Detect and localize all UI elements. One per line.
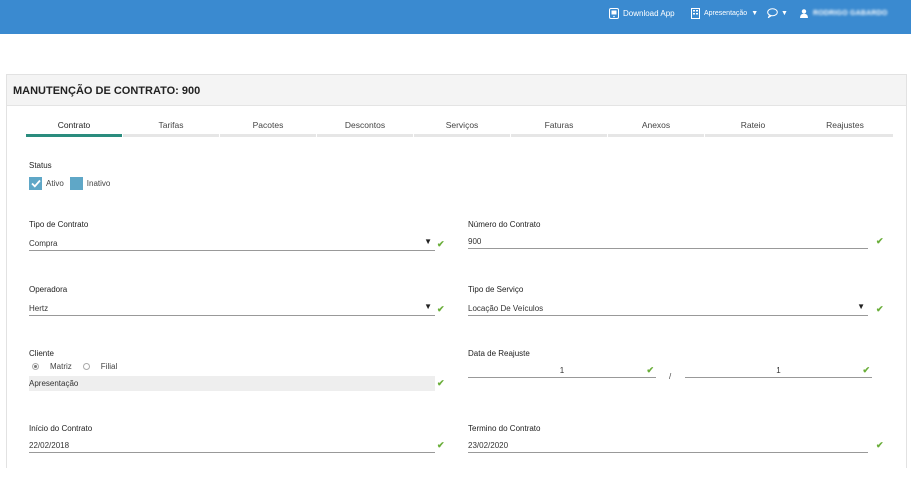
operadora-select[interactable]: Hertz ▼ bbox=[29, 302, 435, 316]
filial-radio[interactable] bbox=[82, 363, 90, 370]
building-icon bbox=[691, 7, 700, 19]
tab-servicos[interactable]: Serviços bbox=[414, 119, 510, 137]
page-title: MANUTENÇÃO DE CONTRATO: 900 bbox=[13, 85, 201, 97]
caret-down-icon: ▼ bbox=[751, 9, 759, 17]
tab-reajustes[interactable]: Reajustes bbox=[797, 119, 893, 137]
tab-contrato[interactable]: Contrato bbox=[26, 119, 122, 137]
tipo-contrato-select[interactable]: Compra ▼ bbox=[29, 237, 435, 251]
status-ativo-label: Ativo bbox=[46, 178, 64, 188]
tab-descontos[interactable]: Descontos bbox=[317, 119, 413, 137]
download-app-link[interactable]: Download App bbox=[609, 0, 675, 26]
data-reajuste-label: Data de Reajuste bbox=[468, 349, 530, 358]
user-icon bbox=[800, 8, 808, 18]
numero-contrato-input[interactable]: 900 bbox=[468, 235, 868, 249]
numero-contrato-value: 900 bbox=[468, 237, 482, 246]
tipo-servico-select[interactable]: Locação De Veículos ▼ bbox=[468, 302, 868, 316]
caret-down-icon: ▼ bbox=[781, 9, 788, 17]
tab-faturas[interactable]: Faturas bbox=[511, 119, 607, 137]
user-menu[interactable]: RODRIGO GABARDO bbox=[800, 0, 888, 26]
mobile-icon bbox=[609, 7, 619, 19]
tipo-servico-value: Locação De Veículos bbox=[468, 304, 544, 313]
caret-down-icon: ▼ bbox=[424, 237, 432, 246]
reajuste-month-input[interactable]: 1 ✔ bbox=[685, 364, 872, 378]
tipo-servico-label: Tipo de Serviço bbox=[468, 285, 524, 294]
tab-anexos[interactable]: Anexos bbox=[608, 119, 704, 137]
panel-header: MANUTENÇÃO DE CONTRATO: 900 bbox=[7, 75, 906, 106]
tab-pacotes[interactable]: Pacotes bbox=[220, 119, 316, 137]
checkmark-icon bbox=[30, 179, 41, 188]
operadora-label: Operadora bbox=[29, 285, 68, 294]
status-inativo-label: Inativo bbox=[86, 178, 111, 188]
inicio-contrato-input[interactable]: 22/02/2018 bbox=[29, 439, 435, 453]
user-name: RODRIGO GABARDO bbox=[813, 9, 888, 17]
cliente-value: Apresentação bbox=[29, 379, 79, 388]
status-inativo-checkbox[interactable] bbox=[69, 176, 83, 190]
operadora-value: Hertz bbox=[29, 304, 49, 313]
status-options: Ativo Inativo bbox=[29, 175, 116, 191]
matriz-radio[interactable] bbox=[32, 363, 39, 370]
valid-check-icon: ✔ bbox=[437, 239, 445, 249]
workspace-label: Apresentação bbox=[704, 9, 748, 17]
cliente-radio-group: Matriz Filial bbox=[29, 362, 125, 371]
inicio-contrato-value: 22/02/2018 bbox=[29, 441, 70, 450]
caret-down-icon: ▼ bbox=[424, 302, 432, 311]
tab-tarifas[interactable]: Tarifas bbox=[123, 119, 219, 137]
valid-check-icon: ✔ bbox=[876, 304, 884, 314]
valid-check-icon: ✔ bbox=[437, 440, 445, 450]
termino-contrato-value: 23/02/2020 bbox=[468, 441, 509, 450]
chat-bubble-icon bbox=[767, 8, 778, 18]
tipo-contrato-value: Compra bbox=[29, 239, 58, 248]
valid-check-icon: ✔ bbox=[876, 236, 884, 246]
termino-contrato-input[interactable]: 23/02/2020 bbox=[468, 439, 868, 453]
messages-dropdown[interactable]: ▼ bbox=[767, 0, 788, 26]
numero-contrato-label: Número do Contrato bbox=[468, 220, 541, 229]
contract-panel: MANUTENÇÃO DE CONTRATO: 900 Contrato Tar… bbox=[6, 74, 907, 468]
valid-check-icon: ✔ bbox=[876, 440, 884, 450]
inicio-contrato-label: Início do Contrato bbox=[29, 424, 93, 433]
valid-check-icon: ✔ bbox=[437, 304, 445, 314]
filial-label: Filial bbox=[100, 362, 118, 371]
cliente-label: Cliente bbox=[29, 349, 54, 358]
reajuste-day-value: 1 bbox=[559, 366, 565, 375]
reajuste-day-input[interactable]: 1 ✔ bbox=[468, 364, 656, 378]
tipo-contrato-label: Tipo de Contrato bbox=[29, 220, 89, 229]
cliente-value-field: Apresentação bbox=[29, 376, 435, 391]
status-label: Status bbox=[29, 161, 52, 170]
matriz-label: Matriz bbox=[50, 362, 72, 371]
reajuste-month-value: 1 bbox=[776, 366, 781, 375]
download-app-label: Download App bbox=[623, 8, 675, 18]
valid-check-icon: ✔ bbox=[862, 365, 870, 375]
caret-down-icon: ▼ bbox=[857, 302, 865, 311]
date-separator: / bbox=[669, 372, 672, 381]
valid-check-icon: ✔ bbox=[437, 378, 445, 388]
status-ativo-checkbox[interactable] bbox=[29, 176, 42, 190]
valid-check-icon: ✔ bbox=[646, 365, 654, 375]
tab-rateio[interactable]: Rateio bbox=[705, 119, 801, 137]
tab-bar: Contrato Tarifas Pacotes Descontos Servi… bbox=[26, 119, 893, 137]
workspace-dropdown[interactable]: Apresentação ▼ bbox=[691, 0, 758, 26]
termino-contrato-label: Termino do Contrato bbox=[468, 424, 541, 433]
top-navbar: Download App Apresentação ▼ ▼ RODRIGO GA… bbox=[0, 0, 911, 34]
